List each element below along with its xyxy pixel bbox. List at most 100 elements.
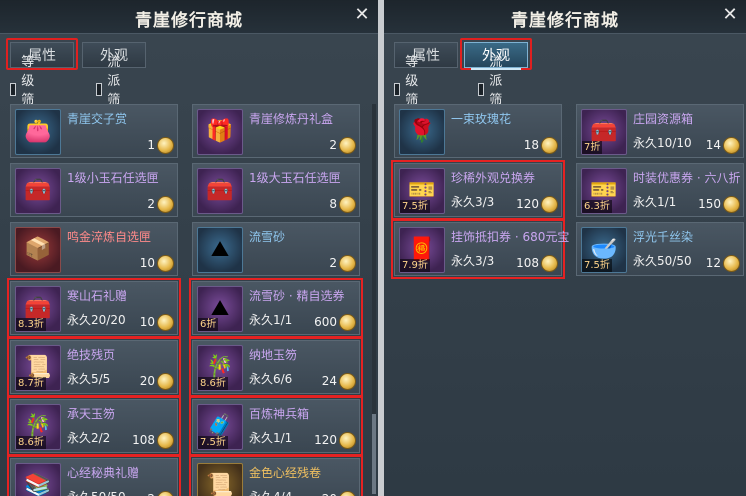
dye-bowl-icon: 🥣 7.5折 — [581, 227, 627, 273]
coin-icon — [723, 196, 740, 213]
item-glyph: ⛰ — [210, 237, 230, 262]
item-price: 2 — [147, 492, 155, 496]
item-glyph: 📦 — [24, 237, 52, 262]
item-name: 承天玉笏 — [67, 407, 116, 421]
checkbox-icon[interactable] — [394, 82, 401, 96]
item-price: 120 — [516, 197, 539, 211]
checkbox-icon[interactable] — [10, 82, 17, 96]
item-glyph: 🌹 — [408, 119, 436, 144]
shop-item-card[interactable]: 📚 心经秘典礼赠永久50/50 2 — [7, 455, 181, 496]
item-glyph: 📜 — [206, 473, 234, 496]
item-name: 挂饰抵扣券 · 680元宝 — [451, 230, 570, 244]
stock-limit: 永久1/1 — [249, 313, 293, 327]
checkbox-icon[interactable] — [478, 82, 485, 96]
close-icon[interactable]: ✕ — [720, 5, 740, 25]
checkbox-icon[interactable] — [96, 82, 103, 96]
shop-item-card[interactable]: 📜 金色心经残卷永久4/4 20 — [189, 455, 363, 496]
coin-icon — [157, 373, 174, 390]
school-filter-checkbox[interactable]: 流派筛选 — [96, 55, 127, 127]
coin-icon — [541, 196, 558, 213]
level-filter-checkbox[interactable]: 等级筛选 — [10, 55, 41, 127]
discount-badge: 7.9折 — [400, 259, 430, 272]
coin-icon — [157, 196, 174, 213]
item-price: 2 — [329, 138, 337, 152]
tab-attributes[interactable]: 属性 — [10, 42, 74, 68]
coin-icon — [541, 255, 558, 272]
shop-item-card[interactable]: 📜 8.7折 绝技残页 永久5/5 20 — [7, 337, 181, 397]
close-icon[interactable]: ✕ — [352, 5, 372, 25]
item-name: 青崖交子赏 — [67, 112, 128, 126]
item-name: 庄园资源箱 — [633, 112, 694, 126]
pouch-icon: 👛 — [15, 109, 61, 155]
stock-limit: 永久20/20 — [67, 313, 126, 327]
discount-badge: 8.6折 — [16, 436, 46, 449]
coin-icon — [723, 137, 740, 154]
gold-chest-icon: 🧰 8.3折 — [15, 286, 61, 332]
item-name: 心经秘典礼赠 — [67, 466, 140, 480]
chest-icon: 🧰 — [15, 168, 61, 214]
shop-item-card[interactable]: 🎁 青崖修炼丹礼盒 2 — [192, 104, 360, 158]
coin-icon — [339, 373, 356, 390]
item-name: 珍稀外观兑换券 — [451, 171, 536, 185]
shop-item-card[interactable]: 🧰 7折 庄园资源箱 永久10/10 14 — [576, 104, 744, 158]
item-price: 108 — [132, 433, 155, 447]
shop-item-card[interactable]: 🧳 7.5折 百炼神兵箱 永久1/1 120 — [189, 396, 363, 456]
item-name: 1级小玉石任选匣 — [67, 171, 159, 185]
gift-box-icon: 🎁 — [197, 109, 243, 155]
shop-item-card[interactable]: 🥣 7.5折 浮光千丝染 永久50/50 12 — [576, 222, 744, 276]
chest-icon: 🧰 — [197, 168, 243, 214]
discount-badge: 8.6折 — [198, 377, 228, 390]
item-price: 600 — [314, 315, 337, 329]
stock-limit: 永久1/1 — [633, 195, 677, 209]
item-glyph: 👛 — [24, 119, 52, 144]
jade-tablet-icon: 🎋 8.6折 — [15, 404, 61, 450]
rose-icon: 🌹 — [399, 109, 445, 155]
scrollbar[interactable] — [372, 104, 376, 494]
shop-item-card[interactable]: 🎋 8.6折 纳地玉笏 永久6/6 24 — [189, 337, 363, 397]
item-name: 青崖修炼丹礼盒 — [249, 112, 334, 126]
shop-item-card[interactable]: 👛 青崖交子赏 1 — [10, 104, 178, 158]
shop-item-card[interactable]: 🧰 1级大玉石任选匣 8 — [192, 163, 360, 217]
shop-item-card[interactable]: ⛰ 流雪砂 2 — [192, 222, 360, 276]
item-glyph: 🧰 — [206, 178, 234, 203]
shop-item-card[interactable]: 📦 鸣金淬炼自选匣 10 — [10, 222, 178, 276]
title-bar: 青崖修行商城 ✕ — [384, 0, 746, 34]
scroll-thumb[interactable] — [372, 414, 376, 494]
ticket-icon: 🎫 7.5折 — [399, 168, 445, 214]
discount-badge: 6折 — [198, 318, 219, 331]
level-filter-checkbox[interactable]: 等级筛选 — [394, 55, 425, 127]
item-price: 24 — [321, 374, 337, 388]
item-name: 1级大玉石任选匣 — [249, 171, 341, 185]
item-name: 寒山石礼赠 — [67, 289, 128, 303]
tab-attributes[interactable]: 属性 — [394, 42, 458, 68]
item-name: 金色心经残卷 — [249, 466, 322, 480]
stock-limit: 永久5/5 — [67, 372, 111, 386]
item-price: 150 — [698, 197, 721, 211]
shop-item-card[interactable]: 🧰 8.3折 寒山石礼赠 永久20/20 10 — [7, 278, 181, 338]
stock-limit: 永久3/3 — [451, 254, 495, 268]
stock-limit: 永久3/3 — [451, 195, 495, 209]
coin-icon — [339, 196, 356, 213]
coin-icon — [723, 255, 740, 272]
coin-icon — [157, 314, 174, 331]
item-name: 流雪砂 · 精自选券 — [249, 289, 345, 303]
discount-badge: 7.5折 — [400, 200, 430, 213]
school-filter-checkbox[interactable]: 流派筛选 — [478, 55, 509, 127]
shop-item-card[interactable]: 🎫 6.3折 时装优惠券 · 六八折 永久1/1 150 — [576, 163, 744, 217]
shop-item-card[interactable]: 🧧 7.9折 挂饰抵扣券 · 680元宝 永久3/3 108 — [391, 219, 569, 279]
red-chest-icon: 📦 — [15, 227, 61, 273]
item-price: 20 — [139, 374, 155, 388]
item-glyph: 🧰 — [24, 178, 52, 203]
sand-pile-icon: ⛰ — [197, 227, 243, 273]
item-price: 14 — [705, 138, 721, 152]
red-ticket-icon: 🧧 7.9折 — [399, 227, 445, 273]
shop-item-card[interactable]: 🧰 1级小玉石任选匣 2 — [10, 163, 178, 217]
shop-item-card[interactable]: 🌹 一束玫瑰花 18 — [394, 104, 562, 158]
shop-item-card[interactable]: 🎋 8.6折 承天玉笏 永久2/2 108 — [7, 396, 181, 456]
shop-item-card[interactable]: 🎫 7.5折 珍稀外观兑换券 永久3/3 120 — [391, 160, 565, 220]
shop-panel-appearance: 青崖修行商城 ✕ 属性 外观 等级筛选 流派筛选 🌹一束玫瑰花18🧰7折庄园资源… — [384, 0, 746, 496]
coupon-icon: 🎫 6.3折 — [581, 168, 627, 214]
item-price: 1 — [147, 138, 155, 152]
shop-item-card[interactable]: ⛰ 6折 流雪砂 · 精自选券 永久1/1 600 — [189, 278, 363, 338]
coin-icon — [339, 432, 356, 449]
